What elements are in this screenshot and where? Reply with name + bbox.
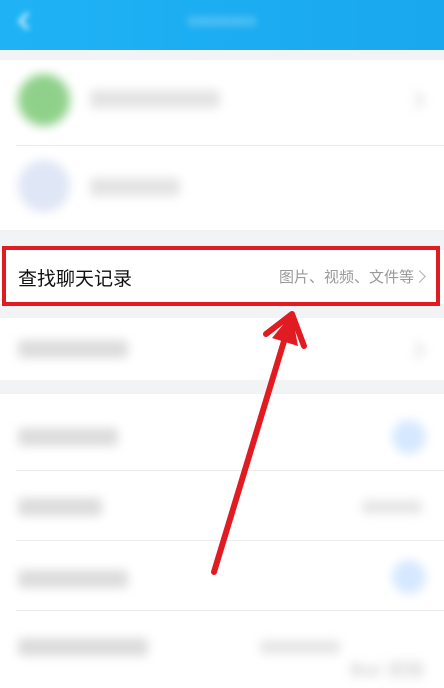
annotation-arrow — [211, 311, 307, 575]
watermark-logo: Bai 经验 — [349, 660, 424, 681]
